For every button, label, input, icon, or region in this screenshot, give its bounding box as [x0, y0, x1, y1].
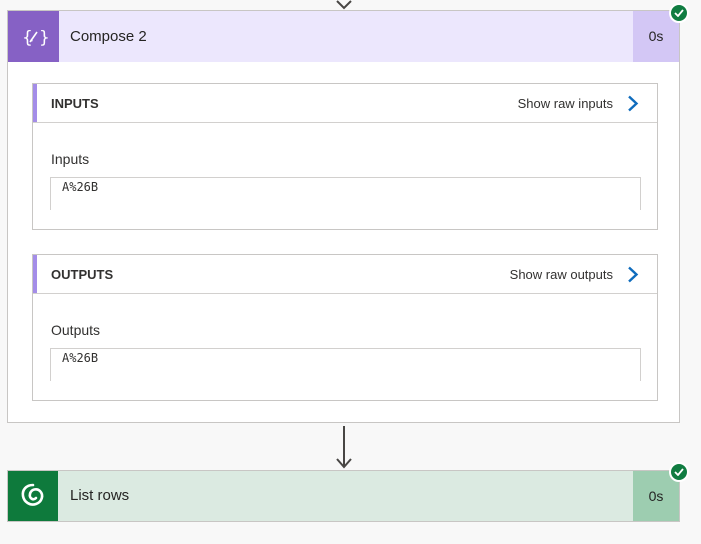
- outputs-value-box[interactable]: A%26B: [50, 348, 641, 381]
- chevron-right-icon[interactable]: [627, 95, 639, 117]
- svg-text:}: }: [39, 28, 48, 48]
- chevron-right-icon[interactable]: [627, 266, 639, 288]
- outputs-accent-bar: [33, 255, 37, 293]
- svg-text:{: {: [22, 28, 33, 48]
- inputs-field-label: Inputs: [51, 151, 90, 167]
- compose-icon: { }: [8, 11, 59, 62]
- inputs-heading: INPUTS: [51, 96, 99, 111]
- connector-arrow-top: [334, 0, 354, 10]
- success-check-icon: [669, 3, 689, 23]
- success-check-icon: [669, 462, 689, 482]
- compose-card-header[interactable]: { } Compose 2 0s: [8, 11, 679, 62]
- inputs-accent-bar: [33, 84, 37, 122]
- dataverse-icon: [8, 471, 58, 521]
- outputs-section-header: OUTPUTS Show raw outputs: [33, 255, 657, 294]
- show-raw-outputs-link[interactable]: Show raw outputs: [510, 255, 613, 294]
- show-raw-inputs-link[interactable]: Show raw inputs: [518, 84, 613, 123]
- inputs-value: A%26B: [62, 180, 99, 194]
- inputs-value-box[interactable]: A%26B: [50, 177, 641, 210]
- connector-arrow-down: [334, 426, 354, 470]
- outputs-section: OUTPUTS Show raw outputs Outputs A%26B: [32, 254, 658, 401]
- inputs-section-header: INPUTS Show raw inputs: [33, 84, 657, 123]
- inputs-section: INPUTS Show raw inputs Inputs A%26B: [32, 83, 658, 230]
- compose-card-title: Compose 2: [70, 28, 147, 45]
- compose-action-card: { } Compose 2 0s INPUTS Show raw inputs …: [7, 10, 680, 423]
- list-rows-card-title: List rows: [70, 487, 130, 504]
- outputs-field-label: Outputs: [51, 322, 101, 338]
- outputs-value: A%26B: [62, 351, 99, 365]
- list-rows-action-card[interactable]: List rows 0s: [7, 470, 680, 522]
- outputs-heading: OUTPUTS: [51, 267, 114, 282]
